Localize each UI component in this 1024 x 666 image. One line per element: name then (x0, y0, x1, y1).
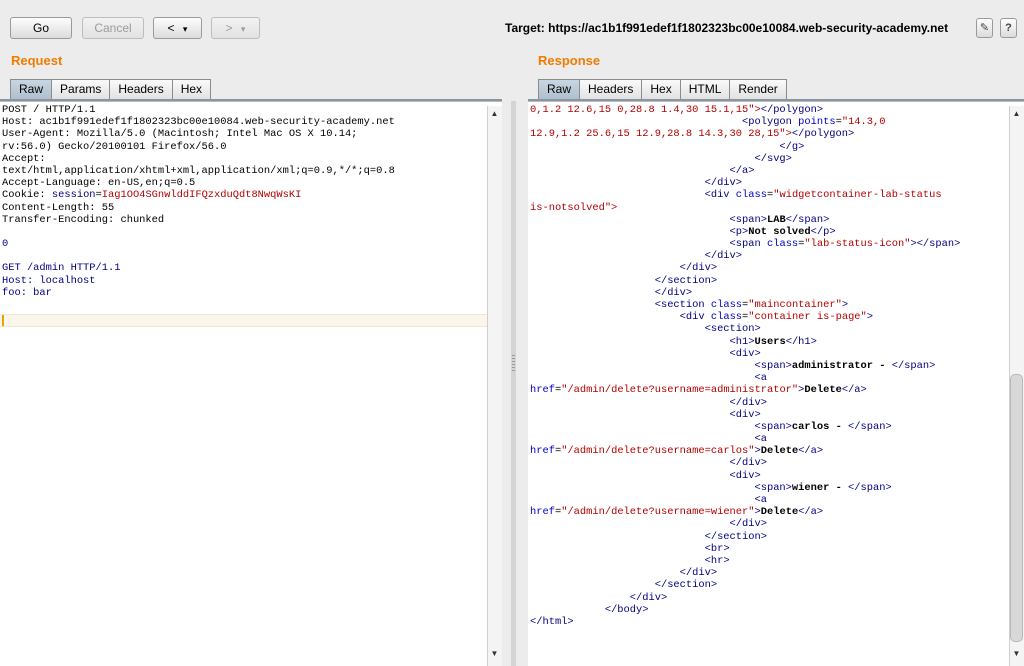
tab-response-hex[interactable]: Hex (642, 79, 681, 99)
scroll-up-arrow-icon[interactable]: ▲ (1010, 108, 1023, 120)
response-line: 0,1.2 12.6,15 0,28.8 1.4,30 15.1,15"></p… (530, 104, 824, 116)
forward-label: > (225, 21, 233, 35)
current-line-highlight (0, 314, 488, 327)
edit-target-button[interactable]: ✎ (976, 18, 993, 38)
response-line: </div> (729, 396, 767, 409)
tab-response-headers[interactable]: Headers (580, 79, 643, 99)
response-line: <hr> (704, 554, 730, 567)
response-line: <div class="widgetcontainer-lab-status (704, 189, 942, 202)
response-line: </body> (604, 603, 649, 616)
response-line: <section class="maincontainer"> (654, 299, 849, 311)
request-title: Request (11, 53, 63, 68)
response-line: <a (754, 494, 767, 506)
tab-request-params[interactable]: Params (52, 79, 111, 99)
response-line: <span class="lab-status-icon"></span> (729, 238, 961, 251)
request-line (2, 226, 502, 238)
response-scroll-thumb[interactable] (1010, 374, 1023, 642)
back-label: < (167, 21, 175, 35)
response-title: Response (538, 53, 601, 68)
request-line: foo: bar (2, 286, 52, 299)
request-line: User-Agent: Mozilla/5.0 (Macintosh; Inte… (2, 128, 358, 141)
request-text[interactable]: POST / HTTP/1.1 Host: ac1b1f991edef1f1802… (0, 102, 502, 299)
tab-response-render[interactable]: Render (730, 79, 787, 99)
request-line: Content-Length: 55 (2, 201, 115, 214)
response-line: </div> (654, 286, 693, 299)
response-line: </svg> (754, 152, 792, 165)
response-line: </section> (704, 530, 767, 543)
response-line: <span>administrator - </span> (754, 359, 936, 372)
request-line: Transfer-Encoding: chunked (2, 213, 165, 226)
request-scrollbar[interactable] (487, 106, 502, 666)
request-editor[interactable]: POST / HTTP/1.1 Host: ac1b1f991edef1f1802… (0, 101, 502, 666)
request-line: Cookie: session=Iag1OO4SGnwlddIFQzxduQdt… (2, 189, 302, 202)
response-line: </div> (729, 518, 767, 531)
pencil-icon: ✎ (979, 22, 990, 34)
response-line: <span>LAB</span> (729, 213, 830, 226)
response-line: href="/admin/delete?username=wiener">Del… (530, 506, 824, 519)
response-line: </g> (779, 140, 805, 153)
request-line: rv:56.0) Gecko/20100101 Firefox/56.0 (2, 140, 227, 153)
forward-button[interactable]: > ▾ (211, 17, 260, 39)
response-line: <polygon points="14.3,0 (742, 116, 886, 129)
text-caret (2, 315, 4, 326)
response-text[interactable]: 0,1.2 12.6,15 0,28.8 1.4,30 15.1,15"></p… (528, 102, 1024, 628)
response-line: </a> (729, 164, 755, 177)
tab-response-html[interactable]: HTML (680, 79, 731, 99)
response-line: <p>Not solved</p> (729, 225, 836, 238)
response-line: is-notsolved"> (530, 201, 618, 214)
response-line: <span>wiener - </span> (754, 481, 892, 494)
target-label: Target: https://ac1b1f991edef1f1802323bc… (505, 21, 949, 35)
chevron-down-icon: ▾ (182, 24, 188, 34)
response-line: <div> (729, 469, 761, 482)
scroll-up-arrow-icon[interactable]: ▲ (488, 108, 501, 120)
response-line: </div> (679, 567, 718, 580)
divider-grip-icon[interactable] (512, 355, 515, 371)
tab-request-headers[interactable]: Headers (110, 79, 173, 99)
tab-request-raw[interactable]: Raw (10, 79, 53, 99)
response-viewer[interactable]: 0,1.2 12.6,15 0,28.8 1.4,30 15.1,15"></p… (528, 101, 1024, 666)
request-line: Accept-Language: en-US,en;q=0.5 (2, 177, 196, 190)
help-button[interactable]: ? (1000, 18, 1017, 38)
request-line: Host: ac1b1f991edef1f1802323bc00e10084.w… (2, 116, 395, 129)
response-line: </div> (679, 262, 718, 275)
request-line: Accept: (2, 152, 46, 165)
request-line (2, 250, 502, 262)
response-line: href="/admin/delete?username=administrat… (530, 384, 867, 397)
response-line: <a (754, 372, 767, 385)
response-line: <div> (729, 408, 761, 421)
response-line: </div> (704, 250, 743, 263)
response-line: </div> (704, 177, 743, 190)
request-line: Host: localhost (2, 274, 96, 287)
response-line: <div> (729, 347, 761, 360)
response-line: 12.9,1.2 25.6,15 12.9,28.8 14.3,30 28,15… (530, 128, 855, 141)
question-icon: ? (1005, 22, 1012, 34)
response-line: href="/admin/delete?username=carlos">Del… (530, 445, 824, 458)
split-divider[interactable] (511, 101, 516, 666)
response-line: <h1>Users</h1> (729, 335, 817, 348)
response-line: </html> (530, 615, 574, 628)
request-tabs: Raw Params Headers Hex (10, 79, 212, 99)
tab-response-raw[interactable]: Raw (538, 79, 581, 99)
response-line: </div> (629, 591, 668, 604)
response-line: <br> (704, 542, 730, 555)
response-tabs: Raw Headers Hex HTML Render (538, 79, 787, 99)
response-line: </section> (654, 579, 718, 592)
tab-request-hex[interactable]: Hex (172, 79, 212, 99)
chevron-down-icon: ▾ (240, 24, 246, 34)
cancel-button[interactable]: Cancel (82, 17, 144, 39)
request-line: GET /admin HTTP/1.1 (2, 262, 121, 275)
response-line: <span>carlos - </span> (754, 420, 892, 433)
scroll-down-arrow-icon[interactable]: ▼ (1010, 648, 1023, 660)
response-line: <section> (704, 323, 761, 336)
response-line: </section> (654, 274, 718, 287)
response-line: <div class="container is-page"> (679, 311, 874, 324)
response-line: <a (754, 433, 767, 446)
response-line: </div> (729, 457, 767, 470)
go-button[interactable]: Go (10, 17, 72, 39)
request-line: POST / HTTP/1.1 (2, 104, 96, 116)
back-button[interactable]: < ▾ (153, 17, 202, 39)
request-line: 0 (2, 238, 9, 251)
scroll-down-arrow-icon[interactable]: ▼ (488, 648, 501, 660)
request-line: text/html,application/xhtml+xml,applicat… (2, 164, 395, 177)
